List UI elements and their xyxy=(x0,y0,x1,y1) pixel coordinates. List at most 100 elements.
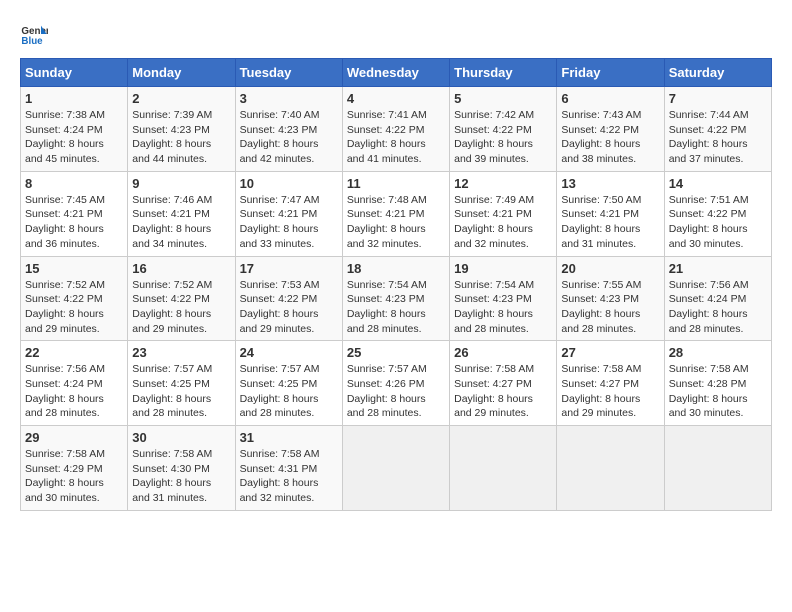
day-cell: 22 Sunrise: 7:56 AMSunset: 4:24 PMDaylig… xyxy=(21,341,128,426)
day-cell: 11 Sunrise: 7:48 AMSunset: 4:21 PMDaylig… xyxy=(342,171,449,256)
col-header-sunday: Sunday xyxy=(21,59,128,87)
day-cell: 2 Sunrise: 7:39 AMSunset: 4:23 PMDayligh… xyxy=(128,87,235,172)
day-info: Sunrise: 7:57 AMSunset: 4:25 PMDaylight:… xyxy=(240,363,320,419)
day-number: 22 xyxy=(25,345,123,360)
day-info: Sunrise: 7:57 AMSunset: 4:26 PMDaylight:… xyxy=(347,363,427,419)
day-info: Sunrise: 7:51 AMSunset: 4:22 PMDaylight:… xyxy=(669,194,749,250)
day-info: Sunrise: 7:58 AMSunset: 4:29 PMDaylight:… xyxy=(25,448,105,504)
day-cell: 24 Sunrise: 7:57 AMSunset: 4:25 PMDaylig… xyxy=(235,341,342,426)
day-info: Sunrise: 7:58 AMSunset: 4:28 PMDaylight:… xyxy=(669,363,749,419)
col-header-tuesday: Tuesday xyxy=(235,59,342,87)
day-cell: 26 Sunrise: 7:58 AMSunset: 4:27 PMDaylig… xyxy=(450,341,557,426)
svg-text:Blue: Blue xyxy=(21,36,43,47)
day-number: 26 xyxy=(454,345,552,360)
day-number: 11 xyxy=(347,176,445,191)
week-row-5: 29 Sunrise: 7:58 AMSunset: 4:29 PMDaylig… xyxy=(21,426,772,511)
day-number: 5 xyxy=(454,91,552,106)
day-cell: 10 Sunrise: 7:47 AMSunset: 4:21 PMDaylig… xyxy=(235,171,342,256)
day-number: 21 xyxy=(669,261,767,276)
day-number: 9 xyxy=(132,176,230,191)
day-number: 17 xyxy=(240,261,338,276)
col-header-wednesday: Wednesday xyxy=(342,59,449,87)
day-info: Sunrise: 7:54 AMSunset: 4:23 PMDaylight:… xyxy=(347,279,427,335)
day-info: Sunrise: 7:48 AMSunset: 4:21 PMDaylight:… xyxy=(347,194,427,250)
day-number: 8 xyxy=(25,176,123,191)
week-row-1: 1 Sunrise: 7:38 AMSunset: 4:24 PMDayligh… xyxy=(21,87,772,172)
day-info: Sunrise: 7:46 AMSunset: 4:21 PMDaylight:… xyxy=(132,194,212,250)
day-cell: 20 Sunrise: 7:55 AMSunset: 4:23 PMDaylig… xyxy=(557,256,664,341)
day-cell: 28 Sunrise: 7:58 AMSunset: 4:28 PMDaylig… xyxy=(664,341,771,426)
day-info: Sunrise: 7:43 AMSunset: 4:22 PMDaylight:… xyxy=(561,109,641,165)
day-cell: 14 Sunrise: 7:51 AMSunset: 4:22 PMDaylig… xyxy=(664,171,771,256)
day-number: 16 xyxy=(132,261,230,276)
day-cell: 15 Sunrise: 7:52 AMSunset: 4:22 PMDaylig… xyxy=(21,256,128,341)
day-cell: 16 Sunrise: 7:52 AMSunset: 4:22 PMDaylig… xyxy=(128,256,235,341)
day-info: Sunrise: 7:44 AMSunset: 4:22 PMDaylight:… xyxy=(669,109,749,165)
logo: General Blue xyxy=(20,20,48,48)
week-row-3: 15 Sunrise: 7:52 AMSunset: 4:22 PMDaylig… xyxy=(21,256,772,341)
day-cell: 3 Sunrise: 7:40 AMSunset: 4:23 PMDayligh… xyxy=(235,87,342,172)
day-number: 27 xyxy=(561,345,659,360)
day-info: Sunrise: 7:38 AMSunset: 4:24 PMDaylight:… xyxy=(25,109,105,165)
calendar-table: SundayMondayTuesdayWednesdayThursdayFrid… xyxy=(20,58,772,511)
day-cell: 7 Sunrise: 7:44 AMSunset: 4:22 PMDayligh… xyxy=(664,87,771,172)
day-info: Sunrise: 7:42 AMSunset: 4:22 PMDaylight:… xyxy=(454,109,534,165)
day-info: Sunrise: 7:54 AMSunset: 4:23 PMDaylight:… xyxy=(454,279,534,335)
day-info: Sunrise: 7:55 AMSunset: 4:23 PMDaylight:… xyxy=(561,279,641,335)
day-cell xyxy=(557,426,664,511)
day-number: 7 xyxy=(669,91,767,106)
day-number: 29 xyxy=(25,430,123,445)
day-cell: 1 Sunrise: 7:38 AMSunset: 4:24 PMDayligh… xyxy=(21,87,128,172)
day-number: 20 xyxy=(561,261,659,276)
day-number: 15 xyxy=(25,261,123,276)
day-number: 1 xyxy=(25,91,123,106)
day-number: 19 xyxy=(454,261,552,276)
col-header-friday: Friday xyxy=(557,59,664,87)
day-info: Sunrise: 7:47 AMSunset: 4:21 PMDaylight:… xyxy=(240,194,320,250)
day-cell: 13 Sunrise: 7:50 AMSunset: 4:21 PMDaylig… xyxy=(557,171,664,256)
day-cell: 19 Sunrise: 7:54 AMSunset: 4:23 PMDaylig… xyxy=(450,256,557,341)
day-info: Sunrise: 7:53 AMSunset: 4:22 PMDaylight:… xyxy=(240,279,320,335)
day-number: 2 xyxy=(132,91,230,106)
header-row: SundayMondayTuesdayWednesdayThursdayFrid… xyxy=(21,59,772,87)
day-cell: 12 Sunrise: 7:49 AMSunset: 4:21 PMDaylig… xyxy=(450,171,557,256)
day-info: Sunrise: 7:58 AMSunset: 4:27 PMDaylight:… xyxy=(561,363,641,419)
day-number: 13 xyxy=(561,176,659,191)
day-cell: 6 Sunrise: 7:43 AMSunset: 4:22 PMDayligh… xyxy=(557,87,664,172)
day-info: Sunrise: 7:52 AMSunset: 4:22 PMDaylight:… xyxy=(25,279,105,335)
day-number: 28 xyxy=(669,345,767,360)
day-info: Sunrise: 7:58 AMSunset: 4:31 PMDaylight:… xyxy=(240,448,320,504)
day-number: 25 xyxy=(347,345,445,360)
day-info: Sunrise: 7:50 AMSunset: 4:21 PMDaylight:… xyxy=(561,194,641,250)
day-cell: 27 Sunrise: 7:58 AMSunset: 4:27 PMDaylig… xyxy=(557,341,664,426)
col-header-thursday: Thursday xyxy=(450,59,557,87)
col-header-monday: Monday xyxy=(128,59,235,87)
day-info: Sunrise: 7:49 AMSunset: 4:21 PMDaylight:… xyxy=(454,194,534,250)
day-info: Sunrise: 7:58 AMSunset: 4:30 PMDaylight:… xyxy=(132,448,212,504)
day-number: 10 xyxy=(240,176,338,191)
day-cell: 4 Sunrise: 7:41 AMSunset: 4:22 PMDayligh… xyxy=(342,87,449,172)
day-number: 3 xyxy=(240,91,338,106)
week-row-2: 8 Sunrise: 7:45 AMSunset: 4:21 PMDayligh… xyxy=(21,171,772,256)
header: General Blue xyxy=(20,20,772,48)
day-number: 6 xyxy=(561,91,659,106)
day-number: 24 xyxy=(240,345,338,360)
day-info: Sunrise: 7:45 AMSunset: 4:21 PMDaylight:… xyxy=(25,194,105,250)
day-cell: 25 Sunrise: 7:57 AMSunset: 4:26 PMDaylig… xyxy=(342,341,449,426)
day-cell: 31 Sunrise: 7:58 AMSunset: 4:31 PMDaylig… xyxy=(235,426,342,511)
logo-icon: General Blue xyxy=(20,20,48,48)
day-number: 4 xyxy=(347,91,445,106)
day-cell: 23 Sunrise: 7:57 AMSunset: 4:25 PMDaylig… xyxy=(128,341,235,426)
day-cell: 5 Sunrise: 7:42 AMSunset: 4:22 PMDayligh… xyxy=(450,87,557,172)
week-row-4: 22 Sunrise: 7:56 AMSunset: 4:24 PMDaylig… xyxy=(21,341,772,426)
day-info: Sunrise: 7:41 AMSunset: 4:22 PMDaylight:… xyxy=(347,109,427,165)
day-cell xyxy=(342,426,449,511)
col-header-saturday: Saturday xyxy=(664,59,771,87)
day-cell: 30 Sunrise: 7:58 AMSunset: 4:30 PMDaylig… xyxy=(128,426,235,511)
day-cell: 17 Sunrise: 7:53 AMSunset: 4:22 PMDaylig… xyxy=(235,256,342,341)
day-cell: 8 Sunrise: 7:45 AMSunset: 4:21 PMDayligh… xyxy=(21,171,128,256)
day-cell: 29 Sunrise: 7:58 AMSunset: 4:29 PMDaylig… xyxy=(21,426,128,511)
day-cell: 9 Sunrise: 7:46 AMSunset: 4:21 PMDayligh… xyxy=(128,171,235,256)
day-cell xyxy=(450,426,557,511)
day-info: Sunrise: 7:58 AMSunset: 4:27 PMDaylight:… xyxy=(454,363,534,419)
